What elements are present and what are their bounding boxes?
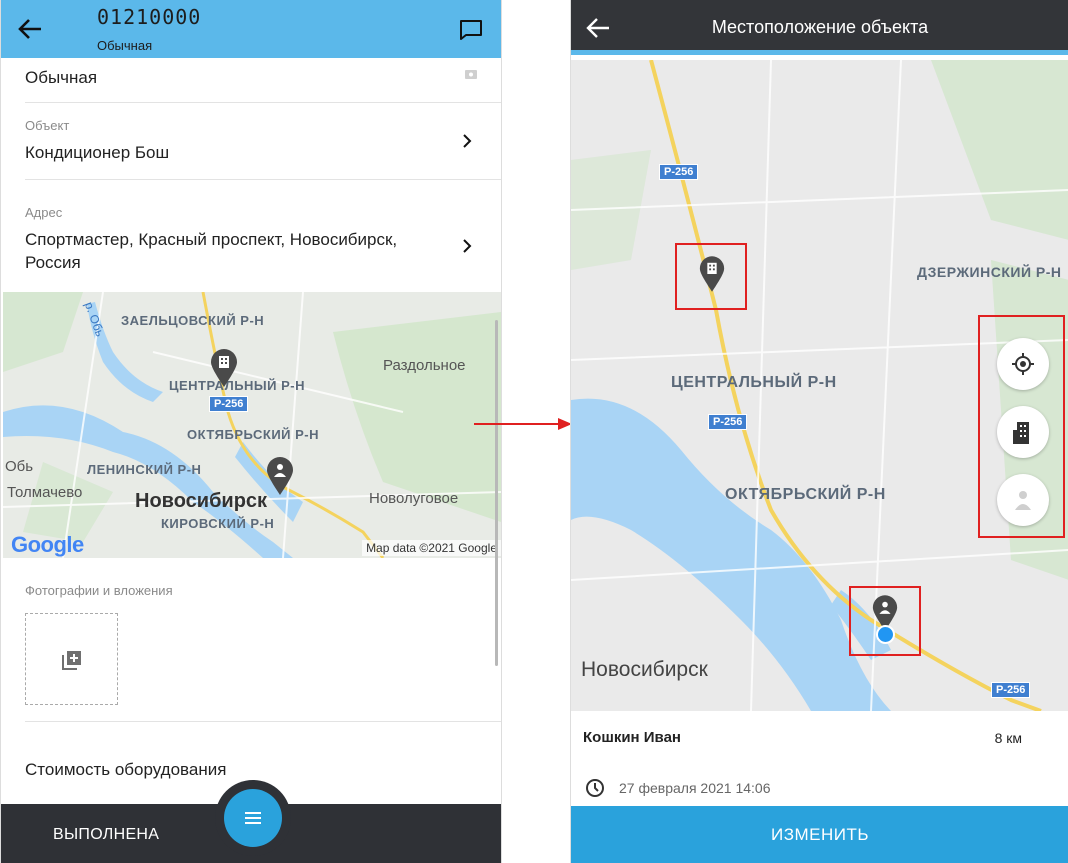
building-locate-button[interactable] — [997, 406, 1049, 458]
location-timestamp: 27 февраля 2021 14:06 — [619, 780, 771, 796]
person-locate-button[interactable] — [997, 474, 1049, 526]
map-preview[interactable]: ЗАЕЛЬЦОВСКИЙ Р-Н ЦЕНТРАЛЬНЫЙ Р-Н ОКТЯБРЬ… — [3, 292, 501, 558]
type-field: Обычная — [25, 66, 501, 89]
equipment-cost-field[interactable]: Стоимость оборудования — [25, 758, 501, 781]
divider — [25, 721, 501, 722]
chevron-right-icon[interactable] — [461, 134, 473, 148]
map-label: ОКТЯБРЬСКИЙ Р-Н — [187, 427, 320, 442]
road-badge: Р-256 — [659, 164, 699, 180]
chevron-right-icon[interactable] — [461, 239, 473, 253]
chat-icon[interactable] — [458, 18, 484, 42]
address-line1: Спортмастер, Красный проспект, Новосибир… — [25, 230, 398, 249]
map-main-city: Новосибирск — [581, 658, 708, 681]
order-details-screen: 01210000 Обычная Обычная Объект Кондицио… — [0, 0, 502, 863]
my-location-icon — [1012, 353, 1034, 375]
back-arrow-icon[interactable] — [15, 14, 45, 44]
map-main-city: Новосибирск — [135, 490, 268, 512]
status-button[interactable]: ВЫПОЛНЕНА — [53, 826, 159, 844]
map-label: ДЗЕРЖИНСКИЙ Р-Н — [917, 264, 1062, 280]
address-label: Адрес — [25, 205, 63, 220]
address-field[interactable]: Адрес Спортмастер, Красный проспект, Нов… — [25, 205, 501, 274]
object-location-screen: Местоположение объекта ДЗЕРЖИНСКИЙ Р-Н Ц… — [570, 0, 1068, 863]
map-city: Обь — [5, 458, 34, 475]
card-icon — [465, 70, 477, 79]
photos-label: Фотографии и вложения — [25, 583, 173, 598]
page-title: Местоположение объекта — [711, 17, 929, 37]
google-logo: Google — [11, 532, 84, 557]
object-field[interactable]: Объект Кондиционер Бош — [25, 118, 501, 164]
transition-arrow — [474, 418, 572, 430]
clock-icon — [586, 779, 604, 797]
my-location-button[interactable] — [997, 338, 1049, 390]
divider — [25, 102, 501, 103]
current-location-dot — [876, 625, 895, 644]
equipment-cost-label: Стоимость оборудования — [25, 760, 227, 779]
location-map[interactable]: ДЗЕРЖИНСКИЙ Р-Н ЦЕНТРАЛЬНЫЙ Р-Н ОКТЯБРЬС… — [571, 60, 1068, 711]
map-city: Толмачево — [7, 484, 83, 501]
map-label: ЦЕНТРАЛЬНЫЙ Р-Н — [671, 374, 837, 391]
user-name: Кошкин Иван — [583, 729, 681, 746]
top-bar: Местоположение объекта — [571, 0, 1068, 55]
building-pin-icon[interactable] — [698, 255, 726, 293]
map-city: Новолуговое — [369, 490, 459, 507]
distance-value: 8 км — [994, 730, 1022, 746]
map-city: Раздольное — [383, 357, 466, 374]
address-line2: Россия — [25, 253, 81, 272]
photos-section: Фотографии и вложения — [25, 583, 501, 598]
building-icon — [1013, 422, 1029, 444]
map-label: ЛЕНИНСКИЙ Р-Н — [87, 462, 202, 477]
object-value: Кондиционер Бош — [25, 143, 170, 162]
order-type-subtitle: Обычная — [97, 38, 153, 53]
add-photo-icon — [62, 651, 81, 670]
building-pin-icon[interactable] — [209, 348, 239, 388]
map-attribution: Map data ©2021 Google — [362, 540, 501, 556]
road-badge: Р-256 — [209, 396, 249, 412]
add-photo-button[interactable] — [25, 613, 118, 705]
map-label: КИРОВСКИЙ Р-Н — [161, 516, 275, 531]
top-bar: 01210000 Обычная — [1, 0, 501, 58]
order-number: 01210000 — [97, 5, 202, 29]
object-label: Объект — [25, 118, 70, 133]
map-label: ЗАЕЛЬЦОВСКИЙ Р-Н — [121, 313, 265, 328]
map-label: ОКТЯБРЬСКИЙ Р-Н — [725, 486, 886, 503]
scrollbar[interactable] — [495, 320, 498, 666]
person-pin-icon[interactable] — [265, 456, 295, 496]
menu-fab-button[interactable] — [224, 789, 282, 847]
type-value: Обычная — [25, 68, 98, 87]
road-badge: Р-256 — [708, 414, 748, 430]
divider — [25, 179, 501, 180]
road-badge: Р-256 — [991, 682, 1031, 698]
person-icon — [1015, 491, 1031, 510]
menu-icon — [245, 812, 261, 824]
change-button[interactable]: ИЗМЕНИТЬ — [571, 806, 1068, 863]
